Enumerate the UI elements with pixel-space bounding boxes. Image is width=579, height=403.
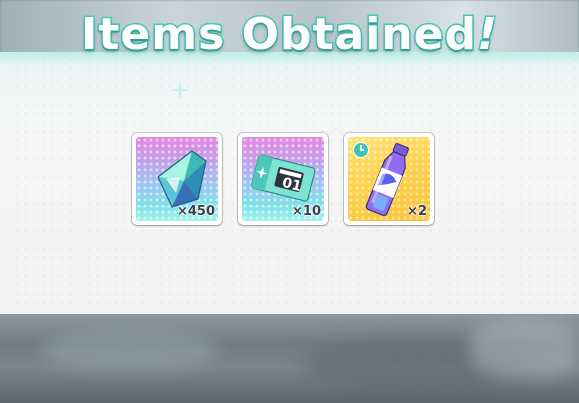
- dialog-header: Items Obtained!: [0, 4, 579, 66]
- reward-item-crystal[interactable]: ×450: [132, 133, 222, 225]
- title-exclamation: !: [475, 8, 499, 62]
- clock-icon: [353, 142, 369, 158]
- item-quantity: ×450: [176, 204, 215, 219]
- dialog-title: Items Obtained!: [79, 8, 499, 62]
- reward-item-ticket[interactable]: 01 ×10: [238, 133, 328, 225]
- reward-item-energy-drink[interactable]: ×2: [344, 133, 434, 225]
- item-quantity: ×10: [292, 204, 321, 219]
- sparkle-icon: [170, 80, 190, 100]
- item-quantity: ×2: [407, 204, 427, 219]
